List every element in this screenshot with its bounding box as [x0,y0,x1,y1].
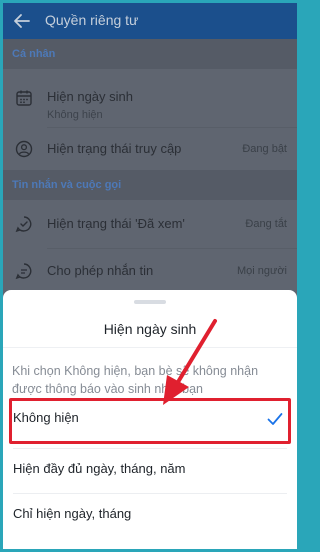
sheet-description: Khi chọn Không hiện, bạn bè sẽ không nhậ… [12,364,259,396]
section-header-messages: Tin nhắn và cuộc gọi [3,170,297,200]
setting-row-seen-status[interactable]: Hiện trạng thái 'Đã xem' Đang tắt [3,200,297,248]
option-label: Chỉ hiện ngày, tháng [13,506,132,521]
setting-value: Mọi người [236,265,287,277]
section-header-personal: Cá nhân [3,39,297,69]
setting-row-birthday[interactable]: Hiện ngày sinh Không hiện [3,69,297,127]
option-label: Hiện đầy đủ ngày, tháng, năm [13,461,186,476]
screen-frame: Quyền riêng tư Cá nhân Hiện ngày sinh Kh… [3,3,297,549]
setting-label: Cho phép nhắn tin [47,263,154,278]
app-bar: Quyền riêng tư [3,3,297,39]
setting-label: Hiện trạng thái truy cập [47,141,182,156]
calendar-icon [16,90,32,106]
option-day-month[interactable]: Chỉ hiện ngày, tháng [3,494,297,538]
page-title: Quyền riêng tư [45,12,139,28]
setting-sublabel: Không hiện [47,109,103,121]
chat-icon [15,263,32,280]
back-arrow-icon[interactable] [13,12,31,30]
setting-row-access-status[interactable]: Hiện trạng thái truy cập Đang bật [3,128,297,170]
setting-value: Đang tắt [245,218,287,230]
drag-handle[interactable] [134,300,166,304]
user-status-icon [15,140,33,158]
message-seen-icon [15,216,32,233]
option-full-date[interactable]: Hiện đầy đủ ngày, tháng, năm [3,449,297,493]
setting-label: Hiện ngày sinh [47,89,133,104]
setting-value: Đang bật [242,143,287,155]
setting-row-allow-messages[interactable]: Cho phép nhắn tin Mọi người [3,249,297,293]
divider [3,347,297,348]
setting-label: Hiện trạng thái 'Đã xem' [47,216,185,231]
annotation-highlight-box [9,398,291,444]
sheet-title: Hiện ngày sinh [103,321,197,337]
annotation-arrow-icon [163,319,217,405]
